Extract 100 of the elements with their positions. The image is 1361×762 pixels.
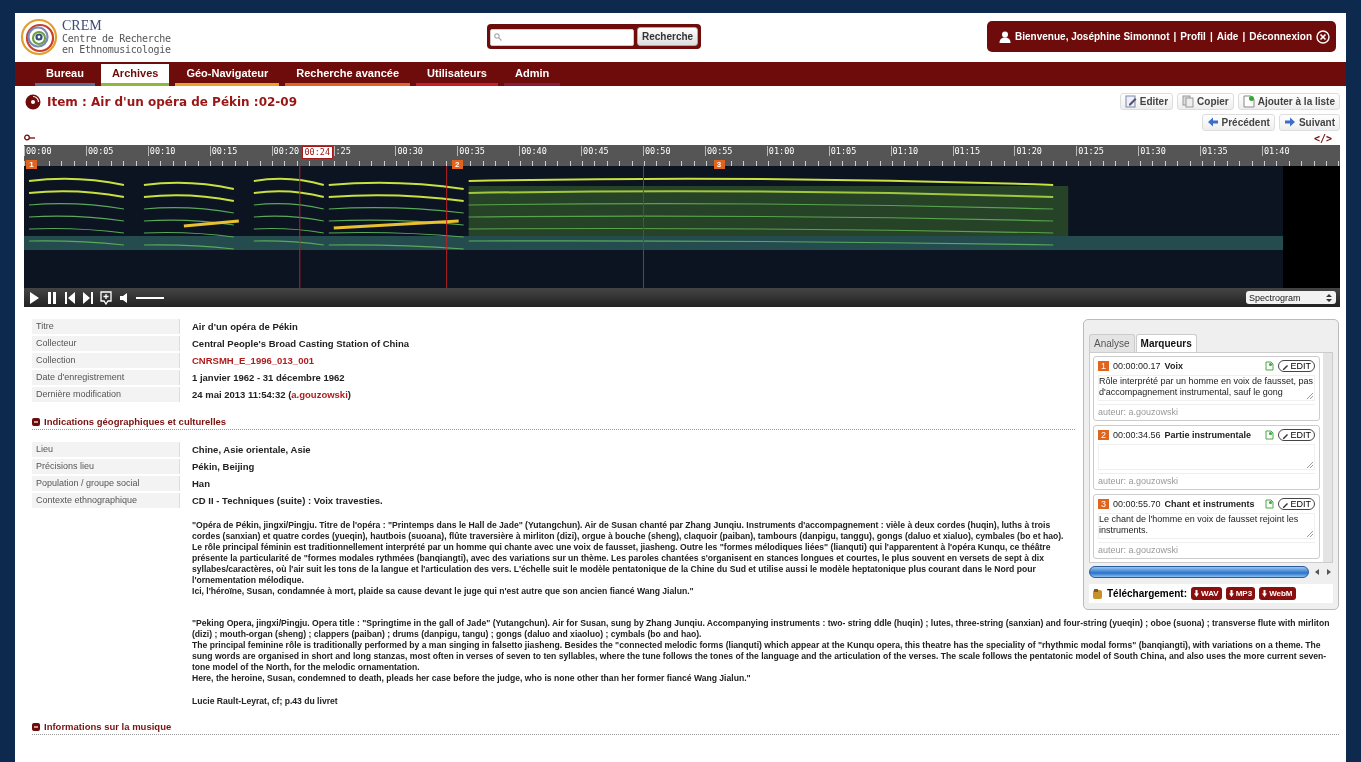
user-icon — [999, 30, 1012, 43]
description-field[interactable]: Rôle interprété par un homme en voix de fausset, pas d'accompagnement instrumental, sauf le gong — [1098, 375, 1315, 401]
time-label: 01:25 — [1076, 146, 1104, 156]
page-title: Item : Air d'un opéra de Pékin :02-09 — [47, 95, 298, 109]
time-label: 01:30 — [1138, 146, 1166, 156]
marker-number: 3 — [1098, 499, 1109, 509]
field-label: Titre — [32, 319, 180, 334]
time-label: 01:35 — [1200, 146, 1228, 156]
collection-link[interactable]: CNRSMH_E_1996_013_001 — [180, 355, 314, 366]
add-list-icon — [1242, 95, 1255, 108]
play-icon[interactable] — [28, 290, 40, 305]
time-label: 01:40 — [1262, 146, 1290, 156]
time-label: 01:10 — [890, 146, 919, 156]
logo-title: CREM — [62, 18, 103, 33]
description-text: "Peking Opera, jingxi/Pingju. Opera title : "Springtime in the gall of Jade" (Yutangchun). Air for Susan, sung by Zhang Junqiu. Accompanying instruments : two- string ddle (huqin) ; lutes, three-string (sanxian) and four-string (yueqin) ; oboe (suona) ; transverse flute with mirliton (dizi) ; mouth-organ (sheng) ; clappers (paiban) ; drums (danpigu, tangu) ; gongs (daluo and xiaoluo) ; cymbals (bo and hao). — [192, 618, 1331, 640]
description-field[interactable]: Le chant de l'homme en voix de fausset rejoint les instruments. — [1098, 513, 1315, 539]
edit-button[interactable]: Editer — [1119, 93, 1174, 110]
download-button[interactable]: WebM — [1259, 587, 1296, 600]
nav-tab[interactable]: Archives — [100, 64, 170, 86]
welcome-text: Bienvenue, Joséphine Simonnot — [1015, 31, 1170, 42]
field-value: Chine, Asie orientale, Asie — [191, 444, 311, 455]
bookmark-icon — [1265, 430, 1275, 440]
speaker-icon[interactable] — [118, 290, 130, 305]
time-label: 00:50 — [643, 146, 671, 156]
edit-button[interactable]: EDIT — [1278, 360, 1315, 372]
marker-title: Voix — [1164, 361, 1183, 371]
resize-handle-icon — [1307, 462, 1313, 468]
prev-button[interactable]: Précédent — [1201, 114, 1275, 131]
next-button[interactable]: Suivant — [1278, 114, 1340, 131]
time-label: 01:20 — [1014, 146, 1042, 156]
user-link[interactable]: a.gouzowski — [291, 389, 348, 400]
marker-author: auteur: a.gouzowski — [1098, 542, 1315, 555]
field-value: CD II - Techniques (suite) : Voix travesties. — [191, 495, 383, 506]
copy-button[interactable]: Copier — [1177, 93, 1234, 110]
nav-tab[interactable]: Recherche avancée — [285, 64, 411, 86]
header-link[interactable]: Profil — [1180, 31, 1206, 42]
field-label: Précisions lieu — [32, 459, 180, 474]
edit-button[interactable]: EDIT — [1278, 498, 1315, 510]
skip-forward-icon[interactable] — [82, 290, 94, 305]
field-label: Population / groupe social — [32, 476, 180, 491]
marker-time: 00:00:00.17 — [1113, 361, 1161, 371]
description-text: Lucie Rault-Leyrat, cf; p.43 du livret — [192, 696, 339, 707]
updown-arrows-icon — [1325, 292, 1333, 303]
skip-back-icon[interactable] — [64, 290, 76, 305]
time-label: 00:20 — [271, 146, 300, 156]
description-text: "Opéra de Pékin, jingxi/Pingju. Titre de l'opéra : "Printemps dans le Hall de Jade" (Yutangchun). Air de Susan chanté par Zhang Junqiu. Instruments d'accompagnement : vièle à deux cordes (huqin), luths à trois cordes (sanxian) et quatre cordes (yueqin), hautbois (suoana), flûte traversière à mirliton (dizi), orgue à bouche (sheng), claquoir (paiban), tambours (danpigu, tanggu), gongs (daluo et xialuo), cymbales (bo et hao). — [192, 520, 1065, 542]
download-button[interactable]: MP3 — [1225, 587, 1256, 600]
separator: | — [1173, 31, 1177, 42]
marker-author: auteur: a.gouzowski — [1098, 404, 1315, 417]
nav-tab[interactable]: Admin — [503, 64, 561, 86]
download-button[interactable]: WAV — [1191, 587, 1222, 600]
time-label: 00:45 — [581, 146, 609, 156]
description-field[interactable] — [1098, 444, 1315, 470]
pause-icon[interactable] — [46, 290, 58, 305]
field-label: Collection — [32, 353, 180, 368]
resize-handle-icon — [1307, 393, 1313, 399]
download-folder-icon — [1092, 587, 1103, 600]
time-label: 01:05 — [828, 146, 857, 156]
disc-icon — [25, 94, 41, 110]
edit-icon — [1124, 95, 1137, 108]
pencil-icon — [1282, 500, 1290, 508]
field-value: Pékin, Beijing — [191, 461, 255, 472]
scroll-left-icon[interactable] — [1313, 568, 1321, 576]
add-marker-icon[interactable] — [100, 290, 112, 305]
marker-title: Partie instrumentale — [1164, 430, 1252, 440]
close-icon[interactable] — [1316, 29, 1330, 44]
time-label: 00:15 — [209, 146, 238, 156]
logo-subtitle: Centre de Recherche en Ethnomusicologie — [62, 32, 171, 55]
edit-button[interactable]: EDIT — [1278, 429, 1315, 441]
nav-tab[interactable]: Géo-Navigateur — [175, 64, 280, 86]
field-value: Han — [191, 478, 210, 489]
collapse-icon[interactable] — [32, 417, 40, 426]
panel-tab[interactable]: Marqueurs — [1135, 334, 1197, 352]
marker-time: 00:00:34.56 — [1113, 430, 1161, 440]
view-select[interactable]: Spectrogram — [1246, 291, 1336, 304]
field-label: Contexte ethnographique — [32, 493, 180, 508]
field-value: 24 mai 2013 11:54:32 (a.gouzowski) — [191, 389, 351, 400]
time-label: 01:15 — [952, 146, 981, 156]
time-label: 00:30 — [395, 146, 423, 156]
nav-tab[interactable]: Utilisateurs — [416, 64, 498, 86]
time-label: 00:55 — [704, 146, 733, 156]
header-link[interactable]: Aide — [1216, 31, 1239, 42]
separator: | — [1242, 31, 1246, 42]
volume-slider[interactable] — [136, 296, 164, 299]
embed-link[interactable]: </> — [1313, 132, 1332, 144]
collapse-icon[interactable] — [32, 722, 40, 731]
time-label: 01:00 — [766, 146, 795, 156]
field-label: Collecteur — [32, 336, 180, 351]
nav-tab[interactable]: Bureau — [35, 64, 95, 86]
description-text: Here, the heroine, Susan, condemned to death, pleads her case before the judge, who is none other than her former fiancé Wang Jialun." — [192, 673, 752, 684]
add-button[interactable]: Ajouter à la liste — [1237, 93, 1340, 110]
download-arrow-icon — [1262, 590, 1268, 597]
panel-tab[interactable]: Analyse — [1089, 334, 1135, 352]
marker-author: auteur: a.gouzowski — [1098, 473, 1315, 486]
section-title: Indications géographiques et culturelles — [44, 416, 227, 427]
logout-link[interactable]: Déconnexion — [1249, 31, 1312, 42]
download-arrow-icon — [1194, 590, 1200, 597]
search-field[interactable] — [490, 29, 634, 47]
search-button[interactable]: Recherche — [637, 26, 699, 47]
scroll-right-icon[interactable] — [1325, 568, 1333, 576]
